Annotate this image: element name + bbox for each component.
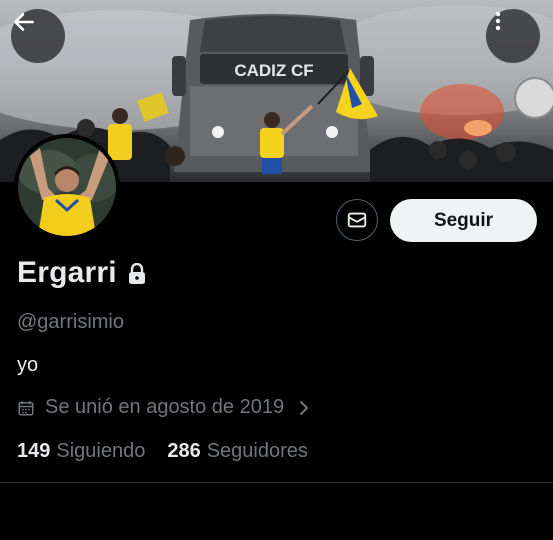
profile-name-row: Ergarri <box>17 256 147 290</box>
more-options-button[interactable] <box>486 9 540 63</box>
profile-name: Ergarri <box>17 256 117 289</box>
lock-icon <box>128 263 145 284</box>
back-button[interactable] <box>11 9 65 63</box>
following-link[interactable]: 149 Siguiendo <box>17 440 145 463</box>
divider <box>0 482 553 483</box>
following-label: Siguiendo <box>56 440 146 462</box>
followers-link[interactable]: 286 Seguidores <box>167 440 308 463</box>
joined-date-row[interactable]: Se unió en agosto de 2019 <box>17 396 310 419</box>
calendar-icon <box>18 400 34 415</box>
following-count: 149 <box>17 440 51 462</box>
profile-stats: 149 Siguiendo 286 Seguidores <box>17 440 308 463</box>
joined-date-text: Se unió en agosto de 2019 <box>45 396 285 418</box>
banner-text: CADIZ CF <box>234 61 313 80</box>
message-button[interactable] <box>336 199 378 241</box>
arrow-left-icon <box>14 13 34 31</box>
avatar-image <box>18 138 116 236</box>
envelope-icon <box>347 212 367 228</box>
chevron-right-icon <box>300 400 309 415</box>
follow-button[interactable]: Seguir <box>390 199 537 242</box>
profile-handle: @garrisimio <box>17 311 124 333</box>
more-vertical-icon <box>495 11 501 31</box>
followers-count: 286 <box>167 440 201 462</box>
avatar[interactable] <box>14 134 120 240</box>
profile-bio: yo <box>17 354 39 376</box>
followers-label: Seguidores <box>206 440 308 462</box>
